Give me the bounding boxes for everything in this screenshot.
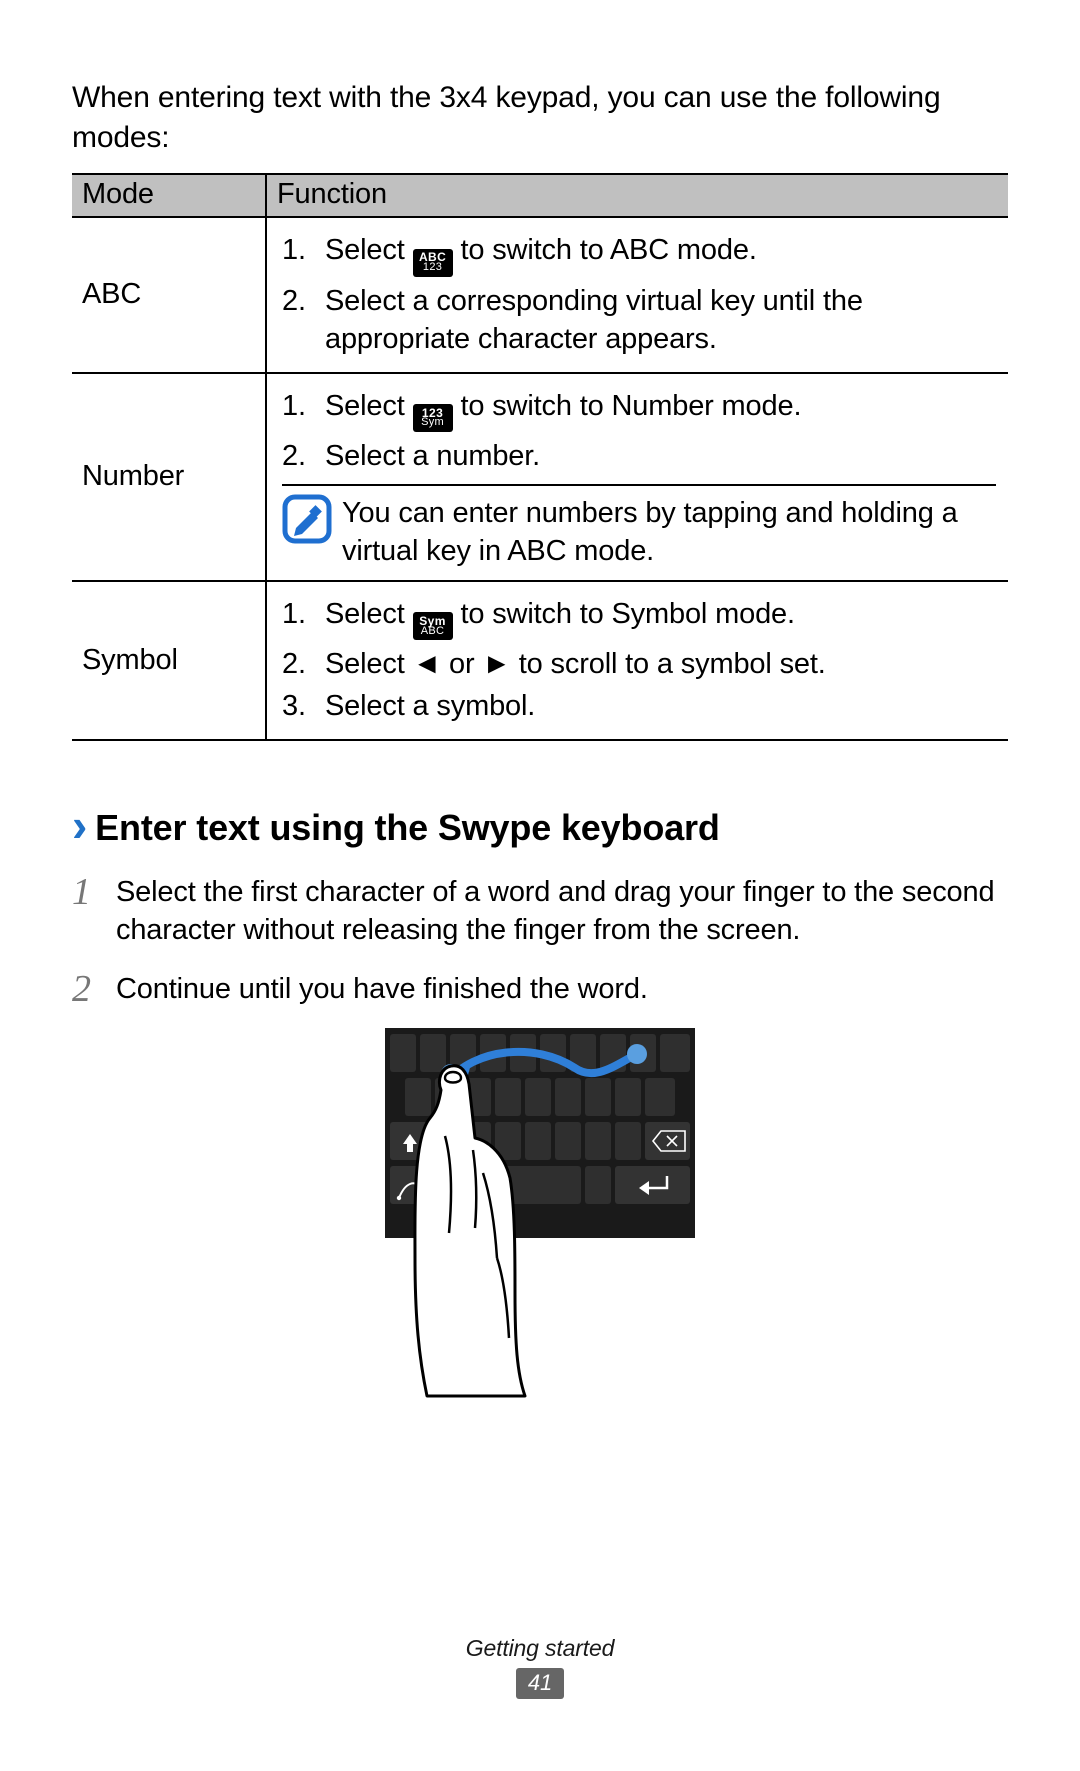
sym-abc-key-icon: SymABC [413, 612, 453, 640]
main-steps-list: Select the first character of a word and… [72, 873, 1008, 1009]
step-text-post: to switch to Number mode. [453, 390, 802, 422]
intro-text: When entering text with the 3x4 keypad, … [72, 78, 1008, 157]
main-step-1: Select the first character of a word and… [72, 873, 1008, 950]
mode-cell-symbol: Symbol [72, 581, 266, 739]
function-cell-abc: Select ABC123 to switch to ABC mode. Sel… [266, 217, 1008, 372]
note-text: You can enter numbers by tapping and hol… [342, 494, 1008, 571]
chevron-icon: › [72, 798, 87, 852]
mode-cell-abc: ABC [72, 217, 266, 372]
step-text-pre: Select [325, 234, 413, 266]
main-step-2: Continue until you have finished the wor… [72, 970, 1008, 1009]
table-row: ABC Select ABC123 to switch to ABC mode.… [72, 217, 1008, 372]
step-item: Select a symbol. [277, 687, 1003, 726]
function-cell-number: Select 123Sym to switch to Number mode. … [266, 373, 1008, 581]
table-row: Number Select 123Sym to switch to Number… [72, 373, 1008, 581]
divider [282, 484, 996, 486]
step-text-post: to switch to ABC mode. [453, 234, 757, 266]
note-icon [282, 494, 332, 552]
step-item: Select ABC123 to switch to ABC mode. [277, 231, 1003, 278]
abc-123-key-icon: ABC123 [413, 249, 453, 277]
step-item: Select ◄ or ► to scroll to a symbol set. [277, 645, 1003, 684]
step-item: Select a corresponding virtual key until… [277, 282, 1003, 359]
step-text-pre: Select [325, 598, 413, 630]
123-sym-key-icon: 123Sym [413, 404, 453, 432]
table-header-function: Function [266, 174, 1008, 217]
footer-section-label: Getting started [0, 1635, 1080, 1662]
step-item: Select 123Sym to switch to Number mode. [277, 387, 1003, 434]
document-page: When entering text with the 3x4 keypad, … [0, 0, 1080, 1771]
step-text-pre: Select [325, 390, 413, 422]
page-footer: Getting started 41 [0, 1635, 1080, 1699]
table-header-mode: Mode [72, 174, 266, 217]
step-item: Select a number. [277, 437, 1003, 476]
swype-illustration [72, 1028, 1008, 1398]
page-number: 41 [516, 1668, 564, 1699]
mode-cell-number: Number [72, 373, 266, 581]
table-row: Symbol Select SymABC to switch to Symbol… [72, 581, 1008, 739]
function-cell-symbol: Select SymABC to switch to Symbol mode. … [266, 581, 1008, 739]
section-title-text: Enter text using the Swype keyboard [95, 807, 720, 849]
step-item: Select SymABC to switch to Symbol mode. [277, 595, 1003, 642]
modes-table: Mode Function ABC Select ABC123 to switc… [72, 173, 1008, 740]
step-text-post: to switch to Symbol mode. [453, 598, 795, 630]
section-heading: › Enter text using the Swype keyboard [72, 801, 1008, 855]
